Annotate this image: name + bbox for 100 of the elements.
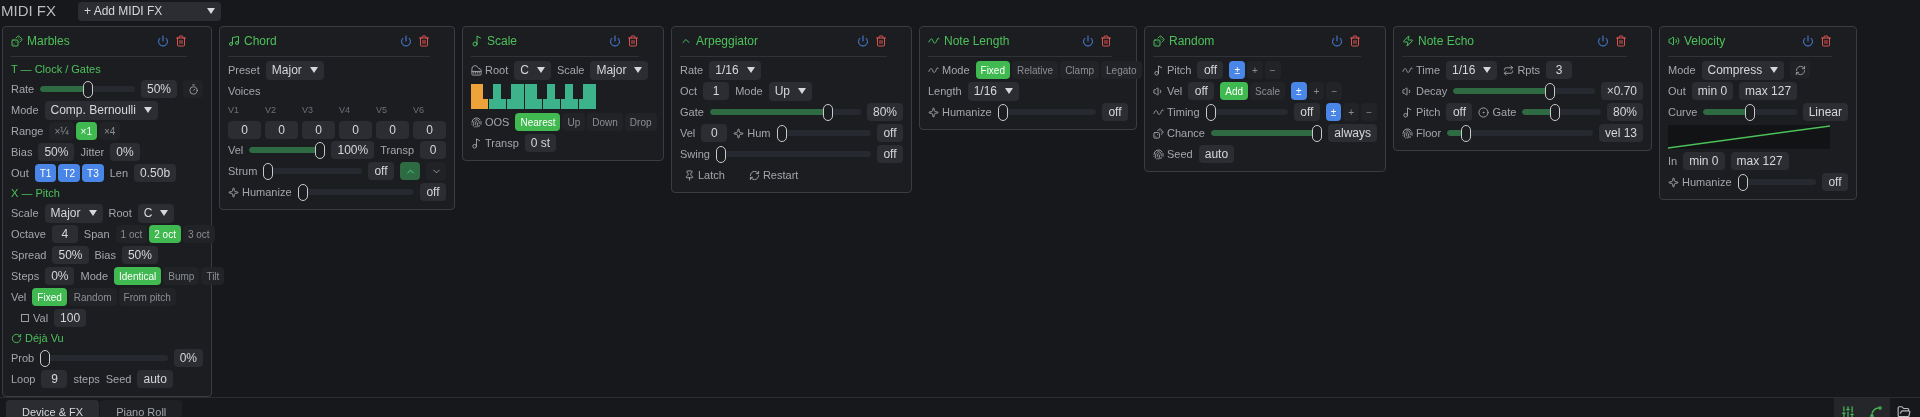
value-field[interactable]: 1 — [703, 82, 730, 100]
mode-option[interactable]: 1 oct — [115, 225, 148, 243]
power-icon[interactable] — [1331, 35, 1343, 47]
value-field[interactable]: 4 — [51, 225, 78, 243]
mode-option[interactable]: From pitch — [118, 288, 176, 306]
dropdown[interactable]: 1/16 — [709, 60, 761, 80]
toggle-chip[interactable]: + — [1308, 82, 1325, 100]
slider[interactable] — [40, 80, 135, 98]
slider[interactable] — [297, 183, 414, 201]
value-field[interactable]: 80% — [866, 103, 903, 121]
toggle-chip[interactable]: − — [1361, 103, 1377, 121]
slider[interactable] — [249, 141, 326, 159]
value-field[interactable]: off — [1197, 61, 1224, 79]
value-field[interactable]: vel 13 — [1598, 124, 1643, 142]
slider[interactable] — [776, 124, 871, 142]
mode-option[interactable]: Down — [587, 113, 623, 131]
power-icon[interactable] — [1802, 35, 1814, 47]
mode-option[interactable]: Legato — [1101, 61, 1142, 79]
value-field[interactable]: 0 — [701, 124, 728, 142]
value-field[interactable]: 0% — [110, 143, 140, 161]
slider[interactable] — [1205, 103, 1288, 121]
value-field[interactable]: off — [368, 162, 394, 180]
value-field[interactable]: 0.50b — [134, 164, 177, 182]
value-field[interactable]: off — [1188, 82, 1215, 100]
power-icon[interactable] — [857, 35, 869, 47]
mode-option[interactable]: Up — [562, 113, 586, 131]
toggle-chip[interactable]: T1 — [34, 164, 57, 182]
value-field[interactable]: 0 — [302, 121, 335, 139]
icon-button[interactable] — [1790, 61, 1811, 79]
checkbox[interactable] — [21, 314, 29, 322]
dropdown[interactable]: Major — [590, 60, 649, 80]
value-field[interactable]: off — [1102, 103, 1128, 121]
slider[interactable] — [709, 103, 861, 121]
mode-option[interactable]: Tilt — [201, 267, 225, 285]
power-icon[interactable] — [157, 35, 169, 47]
value-field[interactable]: 100% — [331, 141, 375, 159]
mode-option[interactable]: Bump — [163, 267, 200, 285]
dropdown[interactable]: 1/16 — [1446, 60, 1498, 80]
dropdown[interactable]: Major — [44, 203, 103, 223]
mode-option[interactable]: Scale — [1250, 82, 1286, 100]
mode-option[interactable]: Drop — [624, 113, 657, 131]
dropdown[interactable]: 1/16 — [967, 81, 1019, 101]
toggle-chip[interactable]: − — [1326, 82, 1343, 100]
power-icon[interactable] — [400, 35, 412, 47]
slider[interactable] — [1703, 103, 1797, 121]
power-icon[interactable] — [609, 35, 621, 47]
dropdown[interactable]: Up — [768, 81, 812, 101]
icon-button[interactable] — [400, 162, 420, 180]
mode-option[interactable]: Relative — [1012, 61, 1059, 79]
add-midi-fx-dropdown[interactable]: + Add MIDI FX — [78, 1, 221, 21]
tab[interactable]: Piano Roll — [100, 399, 183, 417]
value-field[interactable]: auto — [1198, 145, 1235, 163]
power-icon[interactable] — [1082, 35, 1094, 47]
value-field[interactable]: 100 — [54, 309, 87, 327]
value-field[interactable]: 80% — [1606, 103, 1643, 121]
dropdown[interactable]: Major — [265, 60, 324, 80]
value-field[interactable]: off — [420, 183, 446, 201]
mode-option[interactable]: ×4 — [99, 122, 121, 140]
delete-icon[interactable] — [175, 35, 187, 47]
value-field[interactable]: ×0.70 — [1600, 82, 1643, 100]
value-field[interactable]: off — [877, 145, 903, 163]
action-button[interactable]: Latch — [680, 166, 729, 184]
slider[interactable] — [1447, 124, 1593, 142]
value-field[interactable]: 0 — [339, 121, 372, 139]
delete-icon[interactable] — [875, 35, 887, 47]
slider[interactable] — [263, 162, 362, 180]
value-field[interactable]: max 127 — [1730, 152, 1789, 170]
value-field[interactable]: 0 st — [524, 134, 557, 152]
delete-icon[interactable] — [1100, 35, 1112, 47]
delete-icon[interactable] — [1349, 35, 1361, 47]
delete-icon[interactable] — [418, 35, 430, 47]
mode-option[interactable]: ×¼ — [49, 122, 74, 140]
action-button[interactable]: Restart — [744, 166, 803, 184]
icon-button[interactable] — [183, 80, 203, 98]
value-field[interactable]: 0 — [228, 121, 261, 139]
value-field[interactable]: 0 — [265, 121, 298, 139]
value-field[interactable]: off — [877, 124, 903, 142]
value-field[interactable]: 0 — [420, 141, 446, 159]
slider[interactable] — [1737, 173, 1816, 191]
piano-key[interactable] — [525, 83, 542, 109]
delete-icon[interactable] — [1820, 35, 1832, 47]
value-field[interactable]: auto — [137, 370, 173, 388]
value-field[interactable]: min 0 — [1683, 152, 1725, 170]
mode-option[interactable]: Random — [68, 288, 117, 306]
slider[interactable] — [40, 349, 168, 367]
dropdown[interactable]: C — [137, 203, 175, 223]
value-field[interactable]: 9 — [41, 370, 68, 388]
value-field[interactable]: 50% — [140, 80, 177, 98]
toggle-chip[interactable]: + — [1246, 61, 1263, 79]
power-icon[interactable] — [1597, 35, 1609, 47]
value-field[interactable]: min 0 — [1691, 82, 1734, 100]
toggle-chip[interactable]: ± — [1229, 61, 1245, 79]
value-field[interactable]: 50% — [121, 246, 158, 264]
value-field[interactable]: off — [1446, 103, 1473, 121]
value-field[interactable]: always — [1328, 124, 1377, 142]
value-field[interactable]: 0 — [413, 121, 446, 139]
toggle-chip[interactable]: + — [1343, 103, 1360, 121]
value-field[interactable]: 0% — [45, 267, 75, 285]
toolbar-button[interactable] — [1862, 397, 1890, 417]
slider[interactable] — [1210, 124, 1323, 142]
